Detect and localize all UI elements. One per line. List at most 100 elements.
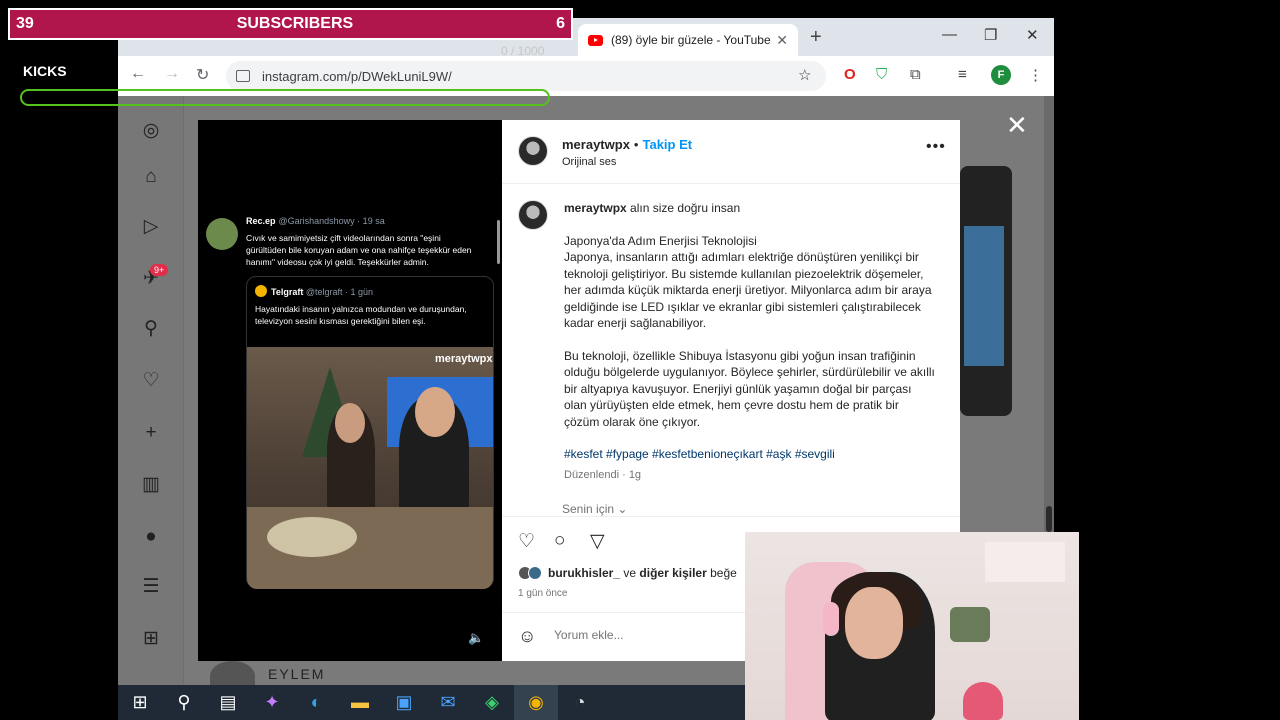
hashtags[interactable]: #kesfet #fypage #kesfetbenioneçıkart #aş… xyxy=(564,446,936,463)
obs-icon[interactable]: ◔ xyxy=(558,685,602,720)
site-settings-icon[interactable] xyxy=(236,70,250,82)
menu-kebab-icon[interactable]: ⋮ xyxy=(1028,66,1043,84)
restore-icon[interactable]: ❐ xyxy=(984,26,997,44)
background-avatar xyxy=(210,661,255,685)
dashboard-icon[interactable]: ▥ xyxy=(140,474,162,496)
streamer-face xyxy=(845,587,903,659)
liker-avatar xyxy=(528,566,542,580)
audio-label[interactable]: Orijinal ses xyxy=(562,156,616,168)
post-media[interactable]: Rec.ep @Garishandshowy · 19 sa Cıvık ve s… xyxy=(198,120,502,661)
instagram-sidebar: ◎ ⌂ ▷ ✈ 9+ ⚲ ♡ + ▥ ● ☰ ⊞ xyxy=(118,96,184,685)
youtube-icon xyxy=(588,34,603,46)
likes-mid: ve xyxy=(623,566,637,580)
reload-icon[interactable]: ↻ xyxy=(196,65,209,85)
opera-extension-icon[interactable]: O xyxy=(844,66,856,83)
edited-label: Düzenlendi · 1g xyxy=(564,468,642,481)
author-avatar[interactable] xyxy=(518,136,548,166)
like-heart-icon[interactable]: ♡ xyxy=(518,530,535,553)
quoted-tweet: Telgraft @telgraft · 1 gün Hayatındaki i… xyxy=(246,276,494,589)
mail-icon[interactable]: ✉ xyxy=(426,685,470,720)
back-icon[interactable]: ← xyxy=(130,65,146,83)
video-thumbnail[interactable]: meraytwpx xyxy=(247,347,493,589)
caption-username[interactable]: meraytwpx xyxy=(564,201,627,215)
quote-text: Hayatındaki insanın yalnızca modundan ve… xyxy=(255,304,467,326)
author-username[interactable]: meraytwpx xyxy=(562,137,630,152)
tab-title: (89) öyle bir güzele - YouTube xyxy=(611,33,771,47)
quote-author: Telgraft @telgraft · 1 gün xyxy=(255,285,373,297)
follow-button[interactable]: Takip Et xyxy=(642,137,692,152)
tweet-avatar xyxy=(206,218,238,250)
quote-name: Telgraft xyxy=(271,287,304,297)
shield-extension-icon[interactable]: ⛉ xyxy=(876,66,887,83)
likes-user[interactable]: burukhisler_ xyxy=(548,566,620,580)
cup xyxy=(963,682,1003,720)
webcam-feed xyxy=(745,532,1079,720)
search-icon[interactable]: ⚲ xyxy=(140,318,162,340)
likes-others[interactable]: diğer kişiler xyxy=(639,566,706,580)
forward-icon[interactable]: → xyxy=(164,65,180,83)
heart-icon[interactable]: ♡ xyxy=(140,370,162,392)
search-icon[interactable]: ⚲ xyxy=(162,685,206,720)
bookmark-star-icon[interactable]: ☆ xyxy=(798,66,811,84)
copilot-icon[interactable]: ✦ xyxy=(250,685,294,720)
for-you-label: Senin için xyxy=(562,502,615,516)
notification-badge: 9+ xyxy=(150,264,169,276)
video-watermark: meraytwpx xyxy=(435,353,493,365)
caption-avatar[interactable] xyxy=(518,200,548,230)
share-icon[interactable]: ▽ xyxy=(590,530,605,553)
minimize-icon[interactable]: — xyxy=(942,26,957,43)
task-view-icon[interactable]: ▤ xyxy=(206,685,250,720)
url-text: instagram.com/p/DWekLuniL9W/ xyxy=(262,68,452,84)
tab-youtube[interactable]: (89) öyle bir güzele - YouTube ✕ xyxy=(578,24,798,56)
file-explorer-icon[interactable]: ▬ xyxy=(338,685,382,720)
also-from-meta-icon[interactable]: ⊞ xyxy=(140,628,162,650)
emoji-icon[interactable]: ☺ xyxy=(518,626,536,647)
headphones xyxy=(823,602,839,636)
new-tab-button[interactable]: + xyxy=(810,26,822,49)
profile-icon[interactable]: ● xyxy=(140,526,162,548)
profile-avatar[interactable]: F xyxy=(991,65,1011,85)
caption-intro: alın size doğru insan xyxy=(630,201,741,215)
subscribers-count-left: 39 xyxy=(16,15,34,32)
audio-toggle-icon[interactable]: 🔈 xyxy=(468,630,484,646)
post-time: 1 gün önce xyxy=(518,588,568,599)
create-icon[interactable]: + xyxy=(140,422,162,444)
for-you-dropdown[interactable]: Senin için ⌄ xyxy=(562,502,627,516)
tweet-scrollbar xyxy=(497,220,500,264)
post-caption: meraytwpx alın size doğru insan Japonya'… xyxy=(564,200,936,483)
more-menu-icon[interactable]: ☰ xyxy=(140,576,162,598)
tweet-text: Cıvık ve samimiyetsiz çift videolarından… xyxy=(246,233,472,267)
store-icon[interactable]: ▣ xyxy=(382,685,426,720)
game-app-icon[interactable]: ◈ xyxy=(470,685,514,720)
chrome-icon[interactable]: ◉ xyxy=(514,685,558,720)
edge-icon[interactable]: ◐ xyxy=(294,685,338,720)
person-left-head xyxy=(335,403,365,443)
background-eylem-label: EYLEM xyxy=(268,666,326,682)
home-icon[interactable]: ⌂ xyxy=(140,166,162,188)
quote-handle: @telgraft · 1 gün xyxy=(305,287,374,297)
wall-shelf xyxy=(985,542,1065,582)
likes-tail: beğe xyxy=(710,566,737,580)
comment-icon[interactable]: ○ xyxy=(554,530,565,552)
subscribers-bar: 39 SUBSCRIBERS 6 xyxy=(8,8,573,40)
more-options-icon[interactable]: ••• xyxy=(926,138,946,156)
close-window-icon[interactable]: ✕ xyxy=(1026,26,1039,44)
background-reel-card xyxy=(960,166,1012,416)
likes-summary[interactable]: burukhisler_ ve diğer kişiler beğe xyxy=(518,566,737,580)
tweet-author: Rec.ep @Garishandshowy · 19 sa xyxy=(246,216,385,226)
address-bar[interactable]: instagram.com/p/DWekLuniL9W/ xyxy=(226,61,826,91)
salad-bowl xyxy=(267,517,357,557)
actions-divider xyxy=(502,516,960,517)
extensions-icon[interactable]: ⧉ xyxy=(910,66,921,83)
scrollbar-thumb[interactable] xyxy=(1046,506,1052,532)
close-modal-icon[interactable]: ✕ xyxy=(1006,110,1028,141)
media-controls-icon[interactable]: ≡ xyxy=(958,66,967,83)
subscribers-count-right: 6 xyxy=(556,15,565,32)
instagram-logo-icon[interactable]: ◎ xyxy=(140,120,162,142)
windows-start-icon[interactable]: ⊞ xyxy=(118,685,162,720)
telgraft-logo-icon xyxy=(255,285,267,297)
kicks-progress-bar xyxy=(20,89,550,106)
close-tab-icon[interactable]: ✕ xyxy=(776,32,788,49)
header-divider xyxy=(502,183,960,184)
reels-icon[interactable]: ▷ xyxy=(140,216,162,238)
